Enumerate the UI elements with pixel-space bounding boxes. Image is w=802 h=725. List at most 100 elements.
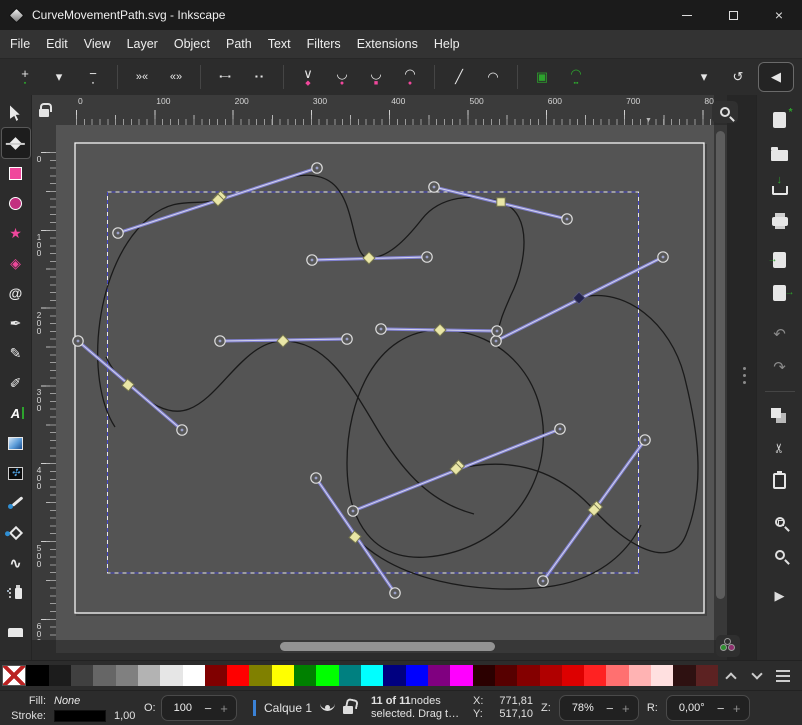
layer-name[interactable]: Calque 1	[264, 701, 312, 715]
line-segment-button[interactable]: ╱	[445, 62, 473, 92]
palette-swatch[interactable]	[183, 665, 205, 686]
object-to-path-button[interactable]: ▣	[528, 62, 556, 92]
minimize-button[interactable]	[664, 0, 710, 30]
save-document-button[interactable]	[765, 173, 795, 199]
new-document-button[interactable]: *	[765, 107, 795, 133]
menu-help[interactable]: Help	[426, 37, 468, 51]
open-document-button[interactable]	[765, 140, 795, 166]
palette-swatch[interactable]	[383, 665, 405, 686]
palette-swatch[interactable]	[651, 665, 673, 686]
horizontal-ruler[interactable]: 0100200300400500600700800▼	[56, 95, 714, 125]
zoom-spinbox[interactable]: 78% − +	[559, 695, 639, 721]
palette-swatch[interactable]	[562, 665, 584, 686]
curve-segment-button[interactable]: ◠	[479, 62, 507, 92]
delete-node-button[interactable]: −▪	[79, 62, 107, 92]
palette-swatch[interactable]	[249, 665, 271, 686]
menu-filters[interactable]: Filters	[299, 37, 349, 51]
smooth-node-button[interactable]: ◡●	[328, 62, 356, 92]
drawing[interactable]	[56, 125, 714, 640]
menu-text[interactable]: Text	[260, 37, 299, 51]
rotation-value[interactable]: 0,00°	[671, 702, 713, 714]
vertical-ruler[interactable]: 0100200300400500600	[32, 125, 56, 640]
tweak-tool[interactable]: ∿	[2, 548, 30, 578]
fill-stroke-indicator[interactable]: Fill: None Stroke: 1,00	[4, 694, 144, 723]
menu-layer[interactable]: Layer	[119, 37, 166, 51]
cut-button[interactable]: ✂	[765, 435, 795, 461]
export-button[interactable]: →	[765, 280, 795, 306]
palette-swatch[interactable]	[138, 665, 160, 686]
menu-view[interactable]: View	[76, 37, 119, 51]
lock-icon[interactable]	[39, 109, 49, 117]
rotation-increase-button[interactable]: +	[729, 701, 745, 716]
box-3d-tool[interactable]: ◈	[2, 248, 30, 278]
vertical-scrollbar-thumb[interactable]	[716, 131, 725, 599]
maximize-button[interactable]	[710, 0, 756, 30]
menu-path[interactable]: Path	[218, 37, 260, 51]
palette-menu-button[interactable]	[770, 665, 796, 687]
palette-swatch[interactable]	[696, 665, 718, 686]
selector-tool[interactable]	[2, 98, 30, 128]
show-transform-handles-button[interactable]: ↺	[724, 62, 752, 92]
fill-value[interactable]: None	[54, 695, 80, 707]
palette-swatch[interactable]	[93, 665, 115, 686]
dock-grip[interactable]	[743, 367, 746, 370]
delete-segment-button[interactable]: ▪ ▪	[245, 62, 273, 92]
mesh-gradient-tool[interactable]: ✣	[2, 458, 30, 488]
insert-node-button[interactable]: +▪	[11, 62, 39, 92]
paint-bucket-tool[interactable]	[2, 518, 30, 548]
opacity-value[interactable]: 100	[166, 702, 200, 714]
menu-edit[interactable]: Edit	[38, 37, 76, 51]
print-document-button[interactable]	[765, 206, 795, 232]
palette-swatch[interactable]	[71, 665, 93, 686]
dropper-tool[interactable]	[2, 488, 30, 518]
import-button[interactable]: →	[765, 247, 795, 273]
stroke-color-swatch[interactable]	[54, 710, 106, 722]
opacity-decrease-button[interactable]: −	[200, 701, 216, 716]
gradient-tool[interactable]	[2, 428, 30, 458]
vertical-scrollbar[interactable]	[714, 125, 727, 640]
star-tool[interactable]: ★	[2, 218, 30, 248]
pen-tool[interactable]: ✒	[2, 308, 30, 338]
insert-node-menu-button[interactable]: ▾	[45, 62, 73, 92]
calligraphy-tool[interactable]: ✐	[2, 368, 30, 398]
pencil-tool[interactable]: ✎	[2, 338, 30, 368]
menu-object[interactable]: Object	[166, 37, 218, 51]
horizontal-scrollbar-thumb[interactable]	[280, 642, 495, 651]
palette-swatch[interactable]	[205, 665, 227, 686]
stroke-to-path-button[interactable]: ◠▪▪	[562, 62, 590, 92]
opacity-spinbox[interactable]: 100 − +	[161, 695, 237, 721]
text-tool[interactable]: A	[2, 398, 30, 428]
rotation-decrease-button[interactable]: −	[713, 701, 729, 716]
ellipse-tool[interactable]	[2, 188, 30, 218]
palette-swatch[interactable]	[473, 665, 495, 686]
transform-menu-button[interactable]: ▾	[690, 62, 718, 92]
opacity-increase-button[interactable]: +	[216, 701, 232, 716]
palette-swatch[interactable]	[673, 665, 695, 686]
palette-swatch[interactable]	[339, 665, 361, 686]
corner-node-button[interactable]: ∨◆	[294, 62, 322, 92]
spray-tool[interactable]	[2, 578, 30, 608]
collapse-dialogs-button[interactable]: ◀	[758, 62, 794, 92]
rotation-spinbox[interactable]: 0,00° − +	[666, 695, 750, 721]
undo-button[interactable]: ↶	[765, 321, 795, 347]
palette-scroll-down-button[interactable]	[744, 665, 770, 687]
canvas-zoom-widget[interactable]	[712, 101, 738, 123]
spiral-tool[interactable]: @	[2, 278, 30, 308]
eraser-tool[interactable]	[2, 608, 30, 638]
copy-button[interactable]	[765, 402, 795, 428]
node-tool[interactable]	[2, 128, 30, 158]
palette-swatch-none[interactable]	[2, 665, 26, 686]
palette-swatch[interactable]	[26, 665, 48, 686]
symmetric-node-button[interactable]: ◡■	[362, 62, 390, 92]
palette-swatch[interactable]	[227, 665, 249, 686]
palette-swatch[interactable]	[450, 665, 472, 686]
palette-swatch[interactable]	[540, 665, 562, 686]
horizontal-scrollbar[interactable]	[56, 640, 714, 653]
zoom-value[interactable]: 78%	[564, 702, 602, 714]
paste-button[interactable]	[765, 468, 795, 494]
palette-swatch[interactable]	[495, 665, 517, 686]
join-nodes-button[interactable]: »«	[128, 62, 156, 92]
palette-swatch[interactable]	[294, 665, 316, 686]
palette-scroll-up-button[interactable]	[718, 665, 744, 687]
menu-file[interactable]: File	[2, 37, 38, 51]
